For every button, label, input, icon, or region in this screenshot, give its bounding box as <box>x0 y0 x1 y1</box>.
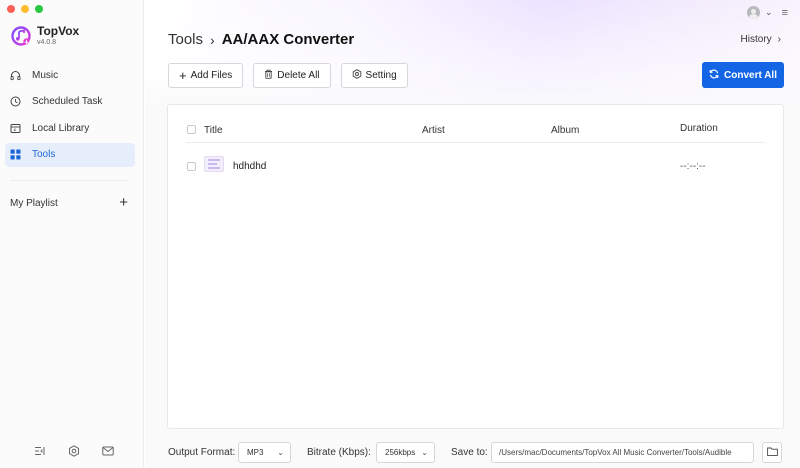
column-artist[interactable]: Artist <box>422 125 445 136</box>
history-button[interactable]: History › <box>741 34 781 45</box>
chevron-down-icon: ⌄ <box>421 448 428 457</box>
sidebar-item-label: Scheduled Task <box>32 96 103 107</box>
window-controls <box>7 5 43 13</box>
breadcrumb-tools[interactable]: Tools <box>168 31 203 48</box>
bitrate-select[interactable]: 256kbps ⌄ <box>376 442 435 463</box>
app-version: v4.0.8 <box>37 39 57 46</box>
convert-all-label: Convert All <box>724 69 777 81</box>
sidebar-item-music[interactable]: Music <box>5 63 135 87</box>
sidebar-footer-icons <box>34 445 114 457</box>
output-settings-bar: Output Format: MP3 ⌄ Bitrate (Kbps): 256… <box>168 442 788 464</box>
column-title[interactable]: Title <box>204 125 223 136</box>
account-controls: ⌄ ≡ <box>747 6 788 19</box>
sidebar-item-label: Music <box>32 69 59 81</box>
column-album[interactable]: Album <box>551 125 579 136</box>
browse-folder-button[interactable] <box>762 442 782 463</box>
close-window-button[interactable] <box>7 5 15 13</box>
plus-icon: + <box>179 67 187 83</box>
add-files-button[interactable]: + Add Files <box>168 63 244 88</box>
grid-icon <box>10 149 21 160</box>
row-duration: --:--:-- <box>680 161 706 172</box>
file-thumbnail <box>204 156 224 172</box>
column-duration[interactable]: Duration <box>680 123 718 134</box>
clock-icon <box>10 96 21 107</box>
topvox-logo-icon <box>11 26 31 46</box>
sidebar-item-label: Local Library <box>32 122 90 134</box>
output-format-select[interactable]: MP3 ⌄ <box>238 442 291 463</box>
sidebar-item-tools[interactable]: Tools <box>5 142 135 167</box>
zoom-window-button[interactable] <box>35 5 43 13</box>
row-checkbox[interactable] <box>187 162 196 171</box>
delete-all-label: Delete All <box>277 70 320 81</box>
breadcrumb: Tools › AA/AAX Converter <box>168 31 354 48</box>
chevron-down-icon[interactable]: ⌄ <box>765 7 773 18</box>
setting-button[interactable]: Setting <box>340 63 408 88</box>
add-playlist-icon[interactable]: + <box>119 195 128 210</box>
row-title: hdhdhd <box>233 161 267 172</box>
setting-label: Setting <box>365 70 397 81</box>
history-label: History <box>740 34 772 45</box>
brand: TopVox v4.0.8 <box>11 24 79 48</box>
headphones-icon <box>10 70 21 81</box>
save-path-value: /Users/mac/Documents/TopVox All Music Co… <box>499 448 732 457</box>
refresh-icon <box>709 69 719 82</box>
my-playlist-section[interactable]: My Playlist + <box>10 195 128 210</box>
delete-all-button[interactable]: Delete All <box>253 63 331 88</box>
folder-icon <box>766 447 778 459</box>
chevron-down-icon: ⌄ <box>277 448 284 457</box>
menu-icon[interactable]: ≡ <box>782 7 788 19</box>
sidebar-item-local-library[interactable]: Local Library <box>5 116 135 140</box>
app-name: TopVox <box>37 24 80 38</box>
my-playlist-label: My Playlist <box>10 197 58 209</box>
page-title: AA/AAX Converter <box>221 31 355 48</box>
library-icon <box>10 123 21 134</box>
trash-icon <box>264 69 273 82</box>
sidebar-item-scheduled-task[interactable]: Scheduled Task <box>5 90 135 114</box>
breadcrumb-chevron-icon: › <box>210 31 215 48</box>
select-all-checkbox[interactable] <box>187 125 196 134</box>
output-format-value: MP3 <box>247 448 264 457</box>
app-window: TopVox v4.0.8 Music Scheduled Task Local… <box>0 0 800 468</box>
minimize-window-button[interactable] <box>21 5 29 13</box>
chevron-right-icon: › <box>777 34 781 45</box>
sidebar-nav: Music Scheduled Task Local Library Tools <box>5 63 135 169</box>
collapse-sidebar-icon[interactable] <box>34 445 46 457</box>
table-row[interactable]: hdhdhd --:--:-- <box>186 155 765 179</box>
bitrate-value: 256kbps <box>385 448 416 457</box>
save-to-label: Save to: <box>451 447 488 458</box>
file-list-panel: Title Artist Album Duration hdhdhd --:--… <box>167 104 784 429</box>
sidebar-item-label: Tools <box>32 149 56 160</box>
avatar[interactable] <box>747 6 761 19</box>
sidebar: TopVox v4.0.8 Music Scheduled Task Local… <box>0 0 144 468</box>
main-content: ⌄ ≡ Tools › AA/AAX Converter History › +… <box>145 0 800 468</box>
mail-icon[interactable] <box>102 445 114 457</box>
bitrate-label: Bitrate (Kbps): <box>307 447 371 458</box>
setting-gear-icon <box>352 69 362 82</box>
convert-all-button[interactable]: Convert All <box>702 62 784 88</box>
settings-gear-icon[interactable] <box>68 445 80 457</box>
save-path-field[interactable]: /Users/mac/Documents/TopVox All Music Co… <box>491 442 754 463</box>
table-header: Title Artist Album Duration <box>186 117 765 143</box>
sidebar-divider <box>10 180 128 181</box>
output-format-label: Output Format: <box>168 447 236 458</box>
toolbar: + Add Files Delete All Setting <box>168 63 408 88</box>
add-files-label: Add Files <box>190 70 233 81</box>
